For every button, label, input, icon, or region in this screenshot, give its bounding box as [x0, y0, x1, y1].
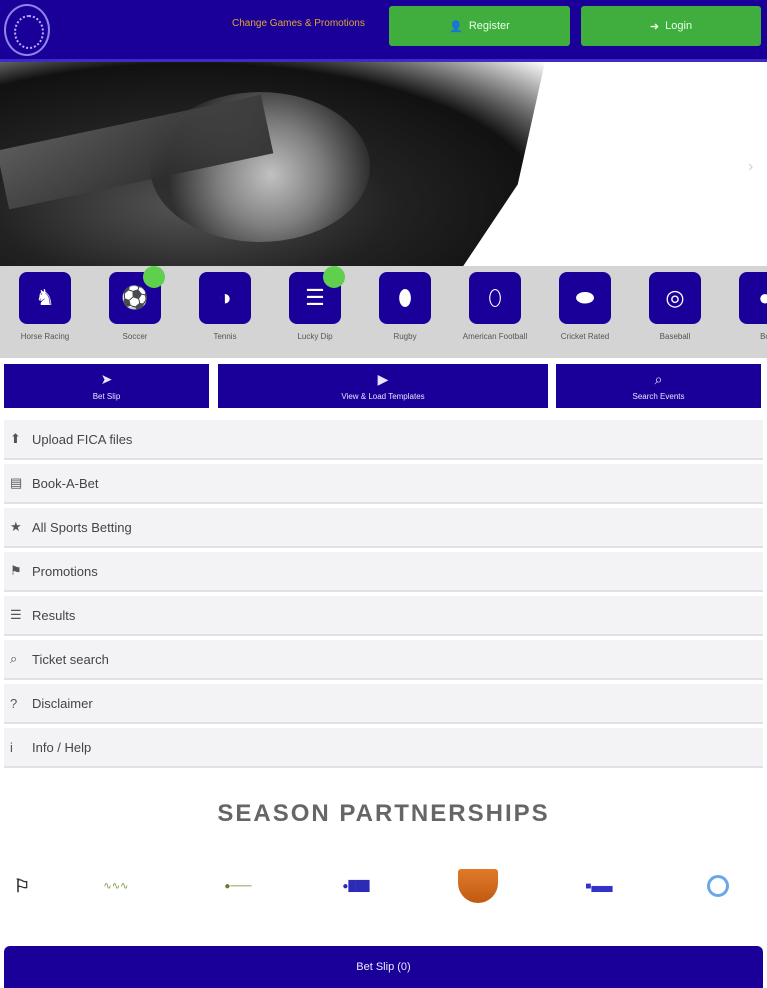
menu-label: Upload FICA files — [32, 431, 133, 447]
bet-slip-footer-button[interactable]: Bet Slip (0) — [4, 946, 763, 988]
tennis-icon: ◑ — [199, 272, 251, 324]
sport-label: Horse Racing — [20, 332, 70, 341]
search-icon: ⌕ — [10, 651, 18, 666]
top-header: Change Games & Promotions 👤 Register ➜ L… — [0, 0, 767, 62]
sport-label: Tennis — [213, 332, 237, 341]
menu-label: Results — [32, 607, 76, 623]
menu-label: Info / Help — [32, 739, 92, 755]
trophy-icon: ★ — [10, 519, 22, 534]
sport-item-american-football[interactable]: ⬯ American Football — [455, 272, 535, 341]
menu-label: All Sports Betting — [32, 519, 132, 535]
register-button[interactable]: 👤 Register — [389, 6, 570, 46]
list-icon: ☰ — [10, 607, 22, 622]
side-menu-list: ⬆ Upload FICA files ▤ Book-A-Bet ★ All S… — [4, 420, 763, 772]
sport-label: Rugby — [393, 332, 417, 341]
menu-item-info-help[interactable]: i Info / Help — [4, 728, 763, 768]
user-plus-icon: 👤 — [449, 20, 463, 33]
hero-horse-image — [0, 62, 545, 266]
menu-label: Ticket search — [32, 651, 109, 667]
football-icon: ⬯ — [469, 272, 521, 324]
action-label: View & Load Templates — [341, 392, 425, 401]
register-label: Register — [468, 20, 510, 32]
menu-item-all-sports[interactable]: ★ All Sports Betting — [4, 508, 763, 548]
sport-label: Lucky Dip — [297, 332, 333, 341]
hero-banner[interactable]: › — [0, 62, 767, 266]
search-icon: ⌕ — [654, 371, 663, 387]
load-templates-action[interactable]: ▶ View & Load Templates — [218, 364, 548, 408]
partner-logo-2[interactable]: ∿∿∿ — [86, 866, 146, 906]
menu-item-book-a-bet[interactable]: ▤ Book-A-Bet — [4, 464, 763, 504]
send-icon: ➤ — [100, 371, 113, 387]
footer-label: Bet Slip (0) — [356, 961, 411, 973]
partner-logo-6[interactable]: ■▄▄▄ — [567, 866, 631, 906]
lucky-dip-icon: ☰ — [289, 266, 345, 324]
cricket-icon: ⬬ — [559, 272, 611, 324]
search-events-action[interactable]: ⌕ Search Events — [556, 364, 761, 408]
rugby-icon: ⬮ — [379, 272, 431, 324]
menu-item-upload-fica[interactable]: ⬆ Upload FICA files — [4, 420, 763, 460]
sport-item-soccer[interactable]: ⚽ Soccer — [95, 266, 175, 341]
live-badge — [143, 266, 165, 288]
menu-item-promotions[interactable]: ⚑ Promotions — [4, 552, 763, 592]
sport-label: American Football — [462, 332, 528, 341]
bet-slip-action[interactable]: ➤ Bet Slip — [4, 364, 209, 408]
brand-logo[interactable] — [4, 4, 50, 56]
partner-logo-3[interactable]: ●─── — [204, 866, 272, 906]
login-label: Login — [665, 20, 693, 32]
chevron-right-icon[interactable]: › — [748, 158, 753, 176]
partner-logo-7[interactable] — [700, 866, 736, 906]
horse-icon: ♞ — [19, 272, 71, 324]
sport-item-horse-racing[interactable]: ♞ Horse Racing — [5, 272, 85, 341]
live-badge — [323, 266, 345, 288]
book-icon: ▤ — [10, 475, 23, 490]
sport-label: Soccer — [122, 332, 148, 341]
sign-in-icon: ➜ — [649, 20, 660, 33]
boxing-icon: ● — [739, 272, 767, 324]
question-icon: ? — [10, 695, 18, 711]
soccer-icon: ⚽ — [109, 266, 165, 324]
sport-label: Baseball — [659, 332, 691, 341]
baseball-icon: ◎ — [649, 272, 701, 324]
promo-text[interactable]: Change Games & Promotions — [232, 18, 365, 29]
season-partnerships-title: SEASON PARTNERSHIPS — [217, 800, 550, 827]
sport-item-baseball[interactable]: ◎ Baseball — [635, 272, 715, 341]
partner-logo-4[interactable]: ●███ — [325, 866, 387, 906]
menu-label: Disclaimer — [32, 695, 93, 711]
info-icon: i — [10, 739, 13, 755]
sport-item-tennis[interactable]: ◑ Tennis — [185, 272, 265, 341]
sport-item-cricket[interactable]: ⬬ Cricket Rated — [545, 272, 625, 341]
partner-logo-5[interactable] — [455, 866, 501, 906]
login-button[interactable]: ➜ Login — [581, 6, 761, 46]
menu-item-disclaimer[interactable]: ? Disclaimer — [4, 684, 763, 724]
sport-item-rugby[interactable]: ⬮ Rugby — [365, 272, 445, 341]
partner-logo-1[interactable]: ⚐ — [12, 866, 32, 906]
action-label: Bet Slip — [92, 392, 121, 401]
sport-item-boxing[interactable]: ● Bo — [725, 272, 767, 341]
menu-label: Book-A-Bet — [32, 475, 99, 491]
play-icon: ▶ — [377, 371, 389, 387]
action-label: Search Events — [632, 392, 685, 401]
sport-label: Cricket Rated — [560, 332, 610, 341]
menu-item-results[interactable]: ☰ Results — [4, 596, 763, 636]
sports-carousel: ♞ Horse Racing ⚽ Soccer ◑ Tennis ☰ Lucky… — [0, 266, 767, 358]
upload-icon: ⬆ — [10, 431, 21, 446]
sport-label: Bo — [760, 332, 767, 341]
tag-icon: ⚑ — [10, 563, 22, 578]
sport-item-lucky-dip[interactable]: ☰ Lucky Dip — [275, 266, 355, 341]
menu-label: Promotions — [32, 563, 98, 579]
menu-item-ticket-search[interactable]: ⌕ Ticket search — [4, 640, 763, 680]
